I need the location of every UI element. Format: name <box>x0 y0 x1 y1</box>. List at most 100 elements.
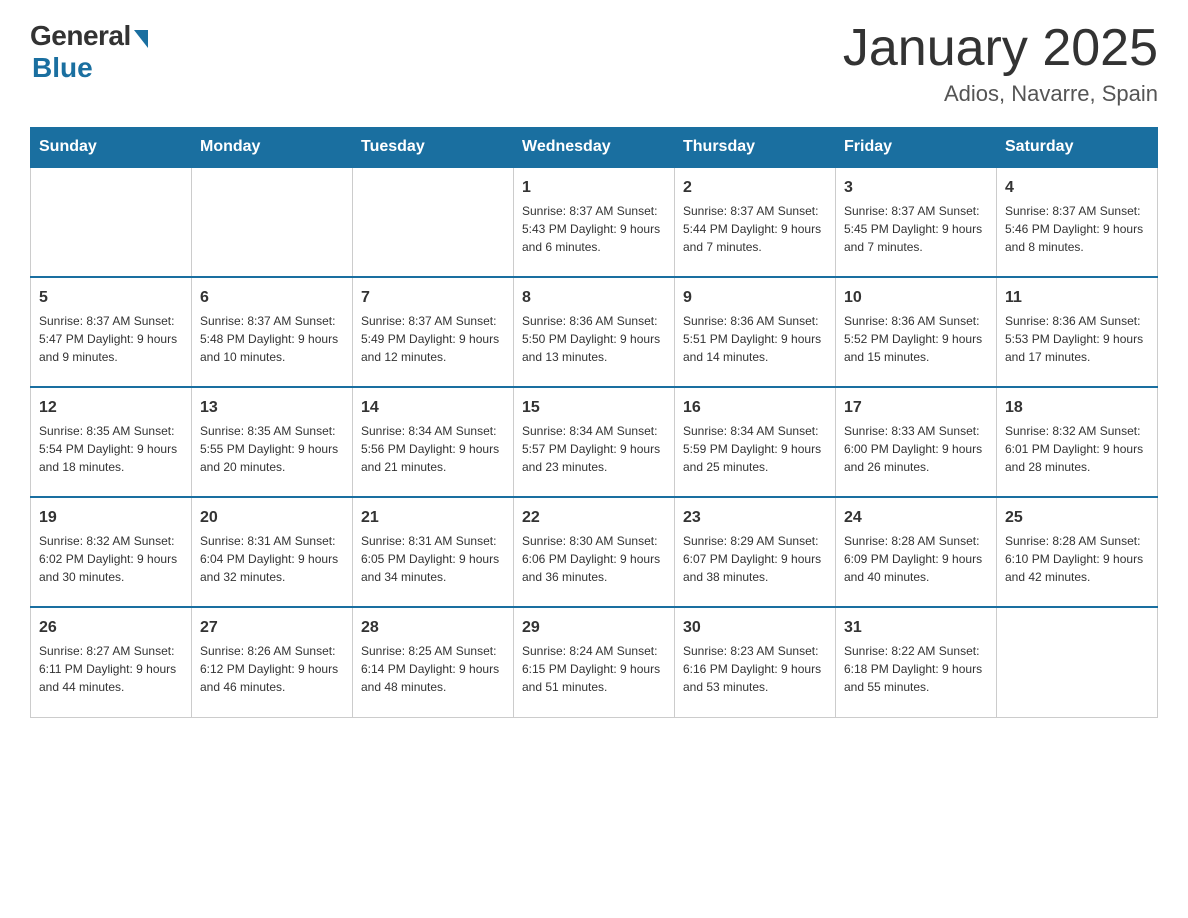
calendar-cell: 28 Sunrise: 8:25 AM Sunset: 6:14 PM Dayli… <box>353 607 514 717</box>
calendar-cell: 11 Sunrise: 8:36 AM Sunset: 5:53 PM Dayli… <box>997 277 1158 387</box>
day-info: Sunrise: 8:34 AM Sunset: 5:56 PM Dayligh… <box>361 422 505 476</box>
calendar-cell: 20 Sunrise: 8:31 AM Sunset: 6:04 PM Dayli… <box>192 497 353 607</box>
day-header-saturday: Saturday <box>997 128 1158 168</box>
week-row-4: 19Sunrise: 8:32 AM Sunset: 6:02 PM Dayli… <box>31 497 1158 607</box>
day-number: 3 <box>844 176 988 199</box>
day-number: 17 <box>844 396 988 419</box>
day-info: Sunrise: 8:28 AM Sunset: 6:10 PM Dayligh… <box>1005 532 1149 586</box>
calendar-cell: 31 Sunrise: 8:22 AM Sunset: 6:18 PM Dayli… <box>836 607 997 717</box>
header-row: SundayMondayTuesdayWednesdayThursdayFrid… <box>31 128 1158 168</box>
calendar-cell: 18 Sunrise: 8:32 AM Sunset: 6:01 PM Dayli… <box>997 387 1158 497</box>
calendar-cell: 19Sunrise: 8:32 AM Sunset: 6:02 PM Dayli… <box>31 497 192 607</box>
day-info: Sunrise: 8:34 AM Sunset: 5:59 PM Dayligh… <box>683 422 827 476</box>
day-header-monday: Monday <box>192 128 353 168</box>
day-number: 16 <box>683 396 827 419</box>
calendar-cell <box>353 167 514 277</box>
day-number: 12 <box>39 396 183 419</box>
calendar-cell: 26 Sunrise: 8:27 AM Sunset: 6:11 PM Dayli… <box>31 607 192 717</box>
day-info: Sunrise: 8:29 AM Sunset: 6:07 PM Dayligh… <box>683 532 827 586</box>
day-info: Sunrise: 8:37 AM Sunset: 5:49 PM Dayligh… <box>361 312 505 366</box>
location-title: Adios, Navarre, Spain <box>843 81 1158 107</box>
calendar-cell: 1Sunrise: 8:37 AM Sunset: 5:43 PM Daylig… <box>514 167 675 277</box>
day-number: 7 <box>361 286 505 309</box>
day-info: Sunrise: 8:37 AM Sunset: 5:43 PM Dayligh… <box>522 202 666 256</box>
day-number: 5 <box>39 286 183 309</box>
day-number: 8 <box>522 286 666 309</box>
day-info: Sunrise: 8:25 AM Sunset: 6:14 PM Dayligh… <box>361 642 505 696</box>
day-number: 20 <box>200 506 344 529</box>
day-info: Sunrise: 8:27 AM Sunset: 6:11 PM Dayligh… <box>39 642 183 696</box>
calendar-cell: 3Sunrise: 8:37 AM Sunset: 5:45 PM Daylig… <box>836 167 997 277</box>
day-number: 21 <box>361 506 505 529</box>
day-number: 13 <box>200 396 344 419</box>
day-info: Sunrise: 8:37 AM Sunset: 5:44 PM Dayligh… <box>683 202 827 256</box>
calendar-table: SundayMondayTuesdayWednesdayThursdayFrid… <box>30 127 1158 718</box>
day-info: Sunrise: 8:37 AM Sunset: 5:46 PM Dayligh… <box>1005 202 1149 256</box>
calendar-cell: 23 Sunrise: 8:29 AM Sunset: 6:07 PM Dayli… <box>675 497 836 607</box>
day-number: 22 <box>522 506 666 529</box>
week-row-2: 5 Sunrise: 8:37 AM Sunset: 5:47 PM Daylig… <box>31 277 1158 387</box>
calendar-cell: 17 Sunrise: 8:33 AM Sunset: 6:00 PM Dayli… <box>836 387 997 497</box>
day-number: 31 <box>844 616 988 639</box>
day-info: Sunrise: 8:37 AM Sunset: 5:47 PM Dayligh… <box>39 312 183 366</box>
day-number: 4 <box>1005 176 1149 199</box>
calendar-cell: 6 Sunrise: 8:37 AM Sunset: 5:48 PM Daylig… <box>192 277 353 387</box>
day-number: 30 <box>683 616 827 639</box>
day-number: 24 <box>844 506 988 529</box>
day-info: Sunrise: 8:28 AM Sunset: 6:09 PM Dayligh… <box>844 532 988 586</box>
calendar-cell <box>997 607 1158 717</box>
day-header-thursday: Thursday <box>675 128 836 168</box>
calendar-cell: 5 Sunrise: 8:37 AM Sunset: 5:47 PM Daylig… <box>31 277 192 387</box>
day-info: Sunrise: 8:34 AM Sunset: 5:57 PM Dayligh… <box>522 422 666 476</box>
calendar-cell: 7 Sunrise: 8:37 AM Sunset: 5:49 PM Daylig… <box>353 277 514 387</box>
month-title: January 2025 <box>843 20 1158 77</box>
day-number: 11 <box>1005 286 1149 309</box>
day-info: Sunrise: 8:36 AM Sunset: 5:53 PM Dayligh… <box>1005 312 1149 366</box>
calendar-cell: 21Sunrise: 8:31 AM Sunset: 6:05 PM Dayli… <box>353 497 514 607</box>
day-number: 23 <box>683 506 827 529</box>
calendar-cell: 4 Sunrise: 8:37 AM Sunset: 5:46 PM Daylig… <box>997 167 1158 277</box>
calendar-cell: 12 Sunrise: 8:35 AM Sunset: 5:54 PM Dayli… <box>31 387 192 497</box>
day-number: 26 <box>39 616 183 639</box>
day-info: Sunrise: 8:36 AM Sunset: 5:50 PM Dayligh… <box>522 312 666 366</box>
day-number: 25 <box>1005 506 1149 529</box>
day-info: Sunrise: 8:22 AM Sunset: 6:18 PM Dayligh… <box>844 642 988 696</box>
calendar-cell <box>192 167 353 277</box>
day-number: 2 <box>683 176 827 199</box>
day-info: Sunrise: 8:26 AM Sunset: 6:12 PM Dayligh… <box>200 642 344 696</box>
calendar-cell: 22 Sunrise: 8:30 AM Sunset: 6:06 PM Dayli… <box>514 497 675 607</box>
calendar-cell: 27 Sunrise: 8:26 AM Sunset: 6:12 PM Dayli… <box>192 607 353 717</box>
day-number: 27 <box>200 616 344 639</box>
calendar-cell: 9Sunrise: 8:36 AM Sunset: 5:51 PM Daylig… <box>675 277 836 387</box>
day-info: Sunrise: 8:30 AM Sunset: 6:06 PM Dayligh… <box>522 532 666 586</box>
day-info: Sunrise: 8:31 AM Sunset: 6:04 PM Dayligh… <box>200 532 344 586</box>
day-header-tuesday: Tuesday <box>353 128 514 168</box>
calendar-cell: 13Sunrise: 8:35 AM Sunset: 5:55 PM Dayli… <box>192 387 353 497</box>
calendar-cell <box>31 167 192 277</box>
week-row-1: 1Sunrise: 8:37 AM Sunset: 5:43 PM Daylig… <box>31 167 1158 277</box>
day-info: Sunrise: 8:37 AM Sunset: 5:48 PM Dayligh… <box>200 312 344 366</box>
day-info: Sunrise: 8:24 AM Sunset: 6:15 PM Dayligh… <box>522 642 666 696</box>
day-info: Sunrise: 8:33 AM Sunset: 6:00 PM Dayligh… <box>844 422 988 476</box>
logo-arrow-icon <box>134 30 148 48</box>
calendar-cell: 16 Sunrise: 8:34 AM Sunset: 5:59 PM Dayli… <box>675 387 836 497</box>
calendar-cell: 25 Sunrise: 8:28 AM Sunset: 6:10 PM Dayli… <box>997 497 1158 607</box>
title-block: January 2025 Adios, Navarre, Spain <box>843 20 1158 107</box>
day-info: Sunrise: 8:35 AM Sunset: 5:54 PM Dayligh… <box>39 422 183 476</box>
calendar-cell: 30Sunrise: 8:23 AM Sunset: 6:16 PM Dayli… <box>675 607 836 717</box>
calendar-cell: 8 Sunrise: 8:36 AM Sunset: 5:50 PM Daylig… <box>514 277 675 387</box>
day-number: 18 <box>1005 396 1149 419</box>
week-row-5: 26 Sunrise: 8:27 AM Sunset: 6:11 PM Dayli… <box>31 607 1158 717</box>
logo-general-text: General <box>30 20 131 52</box>
day-number: 9 <box>683 286 827 309</box>
day-number: 28 <box>361 616 505 639</box>
day-info: Sunrise: 8:32 AM Sunset: 6:02 PM Dayligh… <box>39 532 183 586</box>
day-number: 29 <box>522 616 666 639</box>
day-header-wednesday: Wednesday <box>514 128 675 168</box>
week-row-3: 12 Sunrise: 8:35 AM Sunset: 5:54 PM Dayli… <box>31 387 1158 497</box>
day-number: 6 <box>200 286 344 309</box>
day-info: Sunrise: 8:32 AM Sunset: 6:01 PM Dayligh… <box>1005 422 1149 476</box>
calendar-cell: 29 Sunrise: 8:24 AM Sunset: 6:15 PM Dayli… <box>514 607 675 717</box>
calendar-cell: 15Sunrise: 8:34 AM Sunset: 5:57 PM Dayli… <box>514 387 675 497</box>
day-number: 10 <box>844 286 988 309</box>
